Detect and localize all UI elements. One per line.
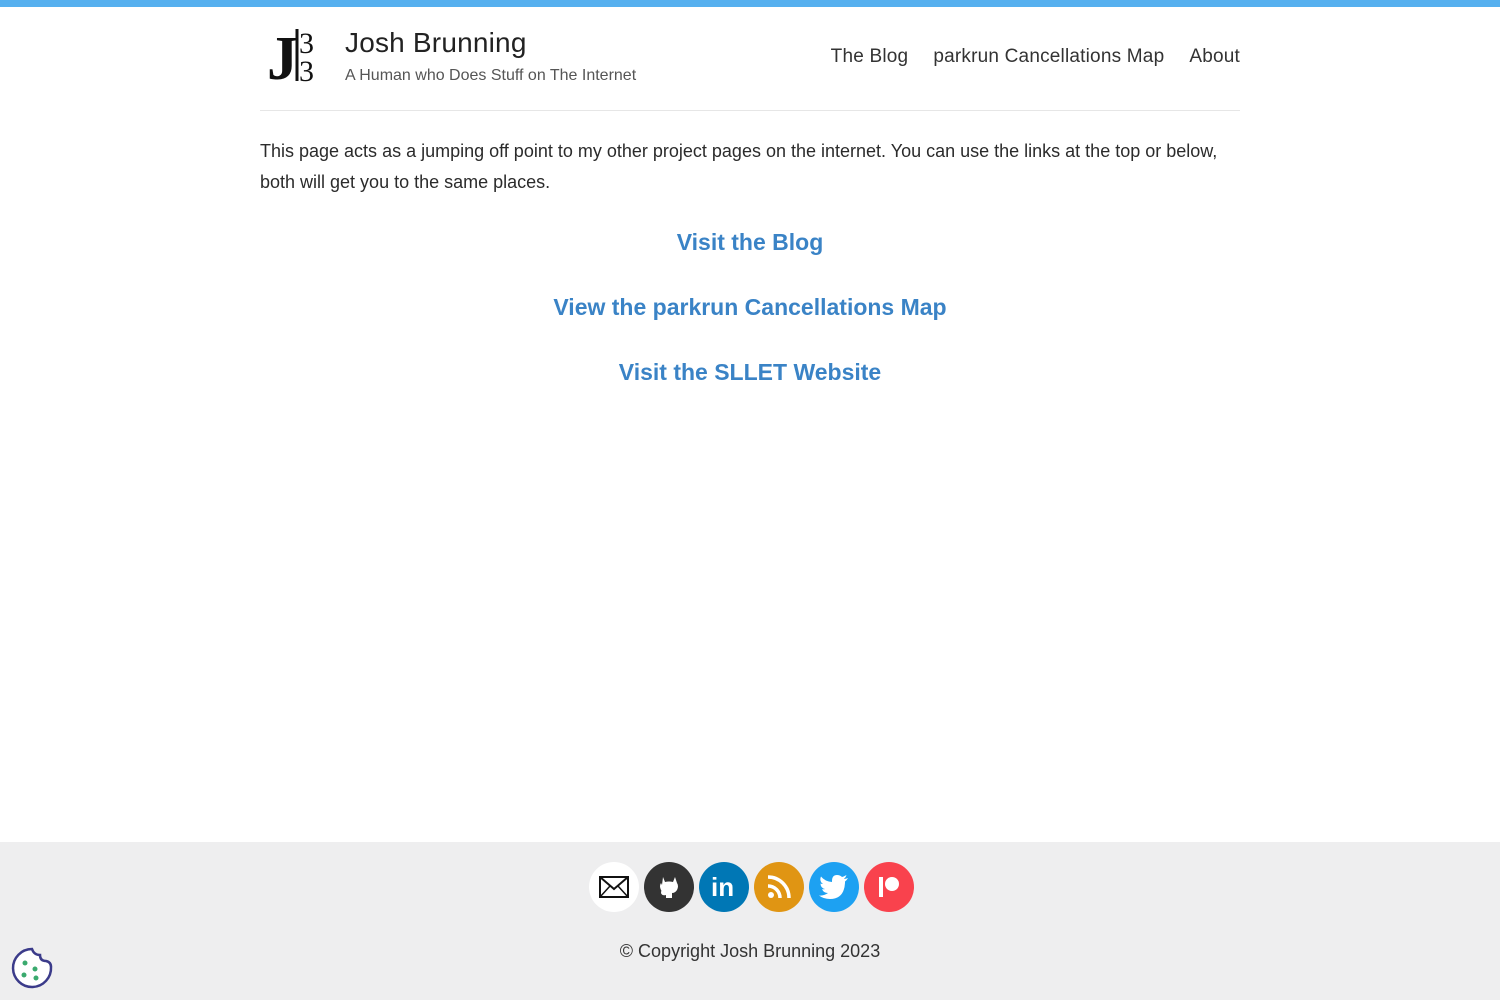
github-icon[interactable] bbox=[644, 862, 694, 912]
logo-icon[interactable]: J 3 3 bbox=[265, 25, 325, 85]
site-subtitle: A Human who Does Stuff on The Internet bbox=[345, 67, 637, 84]
visit-blog-link[interactable]: Visit the Blog bbox=[260, 222, 1240, 287]
nav-item-about[interactable]: About bbox=[1189, 46, 1240, 68]
svg-text:3: 3 bbox=[299, 55, 314, 85]
parkrun-map-link[interactable]: View the parkrun Cancellations Map bbox=[260, 287, 1240, 352]
rss-icon[interactable] bbox=[754, 862, 804, 912]
svg-text:J: J bbox=[267, 25, 298, 85]
social-links: in bbox=[589, 862, 914, 912]
patreon-icon[interactable] bbox=[864, 862, 914, 912]
main-nav: The Blog parkrun Cancellations Map About bbox=[831, 46, 1240, 68]
site-title[interactable]: Josh Brunning bbox=[345, 27, 527, 59]
site-footer: in © Copyright Josh Brunning 2023 bbox=[0, 842, 1500, 1000]
nav-item-blog[interactable]: The Blog bbox=[831, 46, 909, 68]
email-icon[interactable] bbox=[589, 862, 639, 912]
project-links: Visit the Blog View the parkrun Cancella… bbox=[260, 222, 1240, 417]
cookie-settings-icon[interactable] bbox=[11, 947, 53, 989]
site-header: J 3 3 Josh Brunning A Human who Does Stu… bbox=[260, 7, 1240, 111]
top-accent-bar bbox=[0, 0, 1500, 7]
intro-text: This page acts as a jumping off point to… bbox=[260, 141, 1218, 192]
copyright-text: © Copyright Josh Brunning 2023 bbox=[619, 941, 881, 961]
linkedin-icon[interactable]: in bbox=[699, 862, 749, 912]
svg-text:in: in bbox=[711, 872, 734, 902]
sllet-website-link[interactable]: Visit the SLLET Website bbox=[260, 352, 1240, 417]
nav-item-parkrun-map[interactable]: parkrun Cancellations Map bbox=[933, 46, 1164, 68]
twitter-icon[interactable] bbox=[809, 862, 859, 912]
